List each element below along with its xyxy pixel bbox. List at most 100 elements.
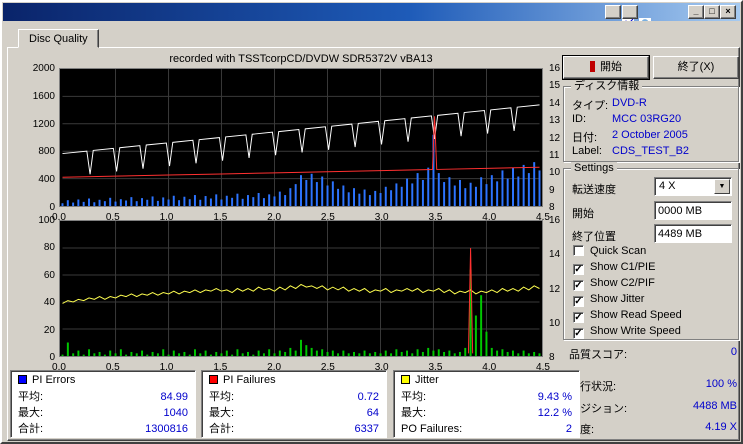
checkbox-box[interactable] — [573, 245, 584, 256]
stat-title: Jitter — [415, 374, 439, 386]
checkbox-show-write-speed[interactable]: ✓ Show Write Speed — [573, 325, 681, 339]
stat-value: 84.99 — [160, 391, 188, 403]
stat-title: PI Errors — [32, 374, 76, 386]
position-value: 4488 MB — [692, 400, 737, 412]
speed-select-value: 4 X — [659, 180, 676, 192]
tab-disc-quality[interactable]: Disc Quality — [18, 29, 99, 48]
stat-label: 最大: — [209, 407, 235, 419]
stat-value: 9.43 % — [537, 391, 572, 403]
pi-failures-color-swatch — [209, 375, 218, 384]
stat-label: 平均: — [209, 391, 235, 403]
check-icon: ✓ — [574, 328, 583, 339]
axis-tick-label: 10 — [549, 167, 561, 179]
mini-disc-icon-button[interactable] — [622, 5, 652, 21]
quality-score-label: 品質スコア: — [569, 349, 628, 361]
pi-errors-color-swatch — [18, 375, 27, 384]
checkbox-show-c1-pie[interactable]: ✓ Show C1/PIE — [573, 261, 655, 275]
checkbox-box[interactable]: ✓ — [573, 328, 584, 339]
start-position-label: 開始 — [572, 208, 594, 220]
stat-label: 平均: — [401, 391, 427, 403]
quality-score-row: 品質スコア: 0 — [569, 346, 737, 361]
stat-value: 1040 — [163, 407, 188, 419]
stat-title: PI Failures — [223, 374, 276, 386]
start-position-input[interactable] — [654, 201, 732, 220]
pie-errors-chart — [59, 68, 543, 207]
speed-label: 転送速度 — [572, 184, 616, 196]
exit-button[interactable]: 終了(X) — [653, 56, 739, 79]
checkbox-label: Show Jitter — [590, 293, 645, 305]
stat-label: 合計: — [18, 423, 44, 435]
checkbox-label: Quick Scan — [590, 245, 647, 257]
title-bar[interactable]: CD Speed : Disc Quality Test - BENQ DVD … — [3, 3, 740, 21]
axis-tick-label: 2.5 — [320, 362, 335, 373]
axis-tick-label: 4.0 — [482, 362, 497, 373]
axis-tick-label: 14 — [549, 249, 561, 261]
stat-value: 0.72 — [357, 391, 379, 403]
checkbox-box[interactable]: ✓ — [573, 296, 584, 307]
axis-tick-label: 14 — [549, 97, 561, 109]
axis-tick-label: 12 — [549, 283, 561, 295]
checkbox-quick-scan[interactable]: Quick Scan — [573, 245, 646, 259]
checkbox-box[interactable]: ✓ — [573, 264, 584, 275]
checkbox-box[interactable]: ✓ — [573, 312, 584, 323]
axis-tick-label: 3.0 — [374, 212, 389, 223]
axis-tick-label: 1200 — [32, 118, 55, 130]
start-button[interactable]: 開始 — [562, 55, 650, 80]
mini-chart-icon-button[interactable] — [605, 5, 635, 21]
axis-tick-label: 100 — [38, 215, 55, 226]
stat-value: 64 — [366, 407, 379, 419]
disc-id-label: ID: — [572, 113, 587, 125]
start-button-label: 開始 — [600, 61, 622, 73]
axis-tick-label: 0.0 — [52, 362, 66, 373]
checkbox-label: Show C1/PIE — [590, 261, 656, 273]
mini-disc-icon — [639, 18, 652, 21]
axis-tick-label: 60 — [43, 269, 55, 281]
axis-tick-label: 800 — [38, 146, 55, 158]
axis-tick-label: 1.0 — [159, 212, 174, 223]
disc-id-value: MCC 03RG20 — [612, 113, 682, 125]
speed-select[interactable]: 4 X ▼ — [654, 177, 732, 196]
axis-tick-label: 0.5 — [105, 362, 120, 373]
disc-date-value: 2 October 2005 — [612, 129, 688, 141]
checkbox-box[interactable]: ✓ — [573, 280, 584, 291]
disc-label-label: Label: — [572, 145, 602, 157]
axis-tick-label: 10 — [549, 317, 561, 329]
position-row: ポジション: 4488 MB — [569, 400, 737, 415]
check-icon: ✓ — [574, 264, 583, 275]
axis-tick-label: 15 — [549, 80, 561, 92]
stat-value: 1300816 — [145, 423, 188, 435]
end-position-label: 終了位置 — [572, 231, 616, 243]
axis-tick-label: 1.0 — [159, 362, 174, 373]
stat-value: 6337 — [354, 423, 379, 435]
end-position-input[interactable] — [654, 224, 732, 243]
axis-tick-label: 1600 — [32, 90, 55, 102]
pif-jitter-chart — [59, 220, 543, 357]
check-icon: ✓ — [574, 280, 583, 291]
axis-tick-label: 1.5 — [213, 212, 228, 223]
pi-errors-panel: PI Errors 平均: 84.99 最大: 1040 合計: 1300816 — [10, 370, 196, 438]
checkbox-label: Show Write Speed — [590, 325, 681, 337]
quality-score-value: 0 — [730, 346, 737, 358]
axis-tick-label: 20 — [43, 324, 55, 336]
maximize-button[interactable]: □ — [704, 5, 720, 19]
stat-label: 最大: — [18, 407, 44, 419]
axis-tick-label: 2.0 — [267, 362, 282, 373]
checkbox-show-c2-pif[interactable]: ✓ Show C2/PIF — [573, 277, 655, 291]
axis-tick-label: 13 — [549, 115, 561, 127]
chevron-down-icon[interactable]: ▼ — [714, 179, 730, 194]
axis-tick-label: 16 — [549, 63, 561, 74]
checkbox-show-jitter[interactable]: ✓ Show Jitter — [573, 293, 644, 307]
axis-tick-label: 2000 — [32, 63, 55, 74]
check-icon: ✓ — [574, 312, 583, 323]
speed-status-value: 4.19 X — [705, 421, 737, 433]
axis-tick-label: 40 — [43, 297, 55, 309]
disc-label-value: CDS_TEST_B2 — [612, 145, 690, 157]
checkbox-show-read-speed[interactable]: ✓ Show Read Speed — [573, 309, 682, 323]
axis-tick-label: 1.5 — [213, 362, 228, 373]
minimize-button[interactable]: _ — [688, 5, 704, 19]
app-window: CD Speed : Disc Quality Test - BENQ DVD … — [0, 0, 743, 444]
disc-type-label: タイプ: — [572, 100, 609, 112]
recorded-with-label: recorded with TSSTcorpCD/DVDW SDR5372V v… — [169, 53, 433, 65]
close-button[interactable]: × — [720, 5, 736, 19]
progress-value: 100 % — [705, 378, 737, 390]
